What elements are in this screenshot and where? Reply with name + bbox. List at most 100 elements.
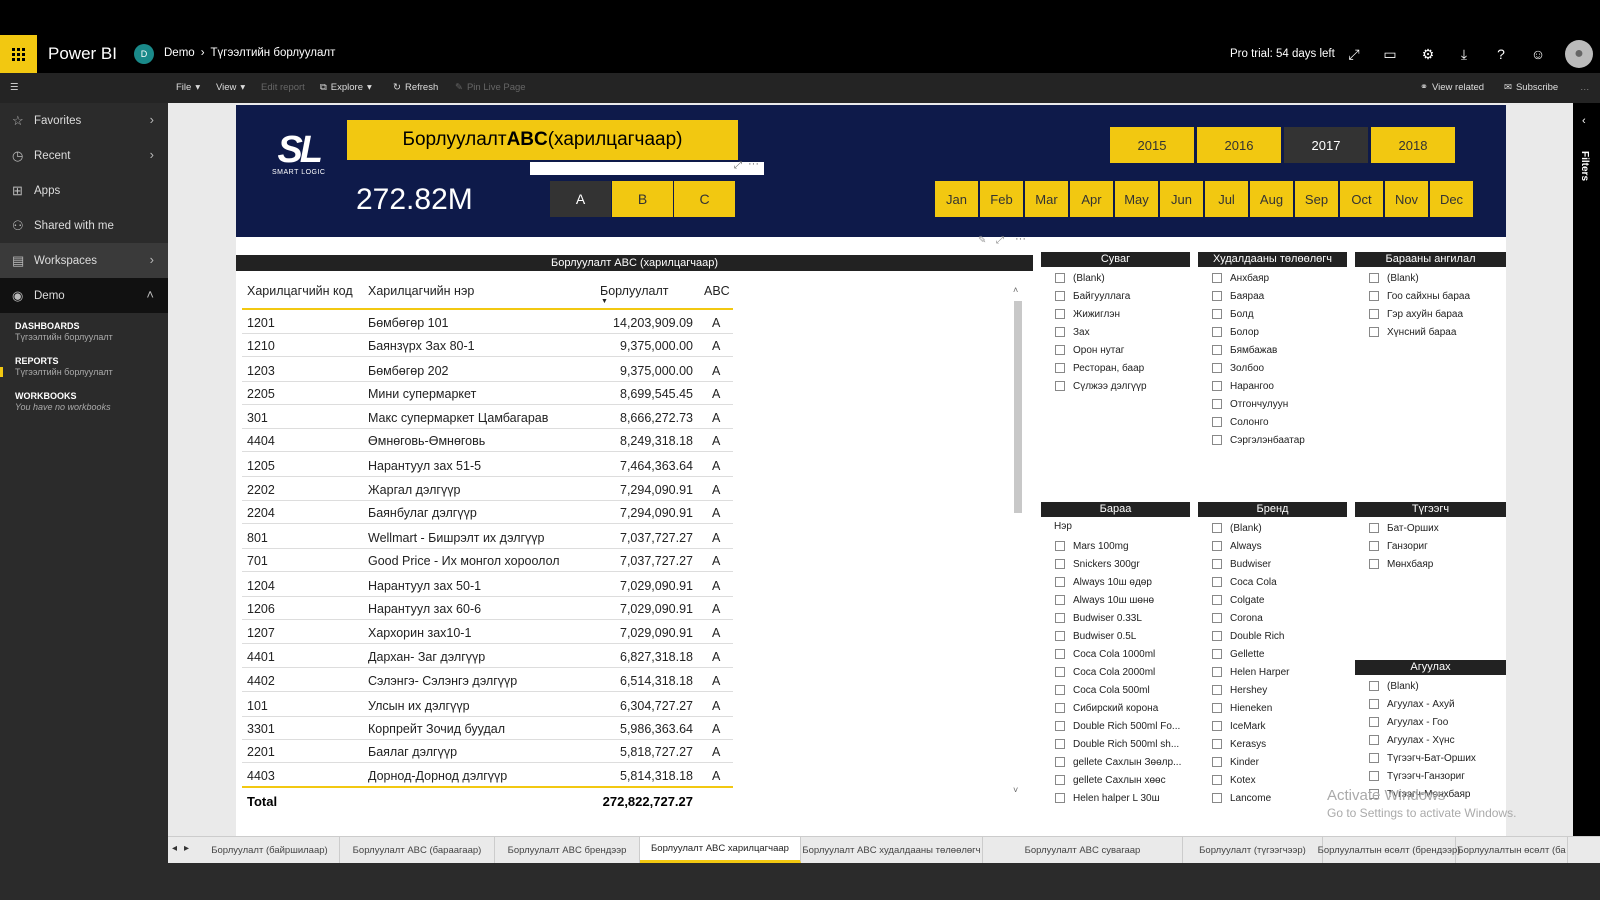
slicer-item[interactable]: Kerasys — [1198, 735, 1348, 753]
table-row[interactable]: 2202 Жаргал дэлгүүр 7,294,090.91 A — [242, 478, 733, 501]
checkbox[interactable] — [1212, 757, 1222, 767]
checkbox[interactable] — [1212, 345, 1222, 355]
slicer-item[interactable]: Сэргэлэнбаатар — [1198, 431, 1348, 449]
subscribe-button[interactable]: ✉ Subscribe — [1504, 82, 1558, 93]
checkbox[interactable] — [1212, 775, 1222, 785]
slicer-item[interactable]: Жижиглэн — [1041, 305, 1191, 323]
nav-demo-workspace[interactable]: ◉ Demo ˄ — [0, 278, 168, 313]
slicer-item[interactable]: Double Rich 500ml sh... — [1041, 735, 1191, 753]
scroll-up-icon[interactable]: ˄ — [1013, 285, 1018, 295]
slicer-item[interactable]: Always 10ш шөнө — [1041, 591, 1191, 609]
slicer-item[interactable]: Мөнхбаяр — [1355, 555, 1505, 573]
checkbox[interactable] — [1212, 631, 1222, 641]
checkbox[interactable] — [1369, 681, 1379, 691]
checkbox[interactable] — [1055, 541, 1065, 551]
month-button-dec[interactable]: Dec — [1430, 181, 1473, 217]
slicer-item[interactable]: Түгээгч-Ганзориг — [1355, 767, 1505, 785]
slicer-item[interactable]: Budwiser 0.33L — [1041, 609, 1191, 627]
slicer-item[interactable]: gellete Сахлын Зөөлр... — [1041, 753, 1191, 771]
month-button-feb[interactable]: Feb — [980, 181, 1023, 217]
col-header-code[interactable]: Харилцагчийн код — [247, 284, 353, 298]
month-button-nov[interactable]: Nov — [1385, 181, 1428, 217]
collapse-chevron-icon[interactable]: ‹ — [1582, 115, 1586, 127]
table-row[interactable]: 4402 Сэлэнгэ- Сэлэнгэ дэлгүүр 6,514,318.18… — [242, 669, 733, 692]
help-icon[interactable]: ? — [1483, 35, 1519, 73]
checkbox[interactable] — [1212, 667, 1222, 677]
slicer-item[interactable]: (Blank) — [1355, 269, 1505, 287]
col-header-name[interactable]: Харилцагчийн нэр — [368, 284, 474, 298]
slicer-item[interactable]: Анхбаяр — [1198, 269, 1348, 287]
slicer-item[interactable]: Coca Cola 2000ml — [1041, 663, 1191, 681]
slicer-item[interactable]: Always 10ш өдөр — [1041, 573, 1191, 591]
pin-live-page-button[interactable]: ✎ Pin Live Page — [455, 82, 526, 93]
checkbox[interactable] — [1055, 327, 1065, 337]
scroll-thumb[interactable] — [1014, 301, 1022, 513]
checkbox[interactable] — [1369, 735, 1379, 745]
slicer-item[interactable]: Double Rich 500ml Fo... — [1041, 717, 1191, 735]
year-button-2017[interactable]: 2017 — [1284, 127, 1368, 163]
slicer-item[interactable]: Хүнсний бараа — [1355, 323, 1505, 341]
refresh-button[interactable]: ↻ Refresh — [393, 82, 438, 93]
slicer-item[interactable]: Hershey — [1198, 681, 1348, 699]
filters-pane[interactable]: ‹ Filters — [1573, 103, 1600, 836]
slicer-item[interactable]: Баяраа — [1198, 287, 1348, 305]
download-icon[interactable]: ⤓ — [1446, 35, 1482, 73]
month-button-jul[interactable]: Jul — [1205, 181, 1248, 217]
nav-recent[interactable]: ◷ Recent › — [0, 138, 168, 173]
checkbox[interactable] — [1055, 703, 1065, 713]
table-row[interactable]: 3301 Корпрейт Зочид буудал 5,986,363.64 A — [242, 717, 733, 740]
user-avatar[interactable]: ● — [1565, 40, 1593, 68]
slicer-item[interactable]: (Blank) — [1355, 677, 1505, 695]
table-row[interactable]: 301 Макс супермаркет Цамбагарав 8,666,272.… — [242, 406, 733, 429]
table-row[interactable]: 101 Улсын их дэлгүүр 6,304,727.27 A — [242, 694, 733, 717]
page-tab[interactable]: Борлуулалт ABC брендээр — [495, 837, 640, 863]
settings-gear-icon[interactable]: ⚙ — [1410, 35, 1446, 73]
slicer-item[interactable]: gellete Сахлын хөөс — [1041, 771, 1191, 789]
slicer-item[interactable]: Budwiser — [1198, 555, 1348, 573]
year-button-2016[interactable]: 2016 — [1197, 127, 1281, 163]
month-button-apr[interactable]: Apr — [1070, 181, 1113, 217]
table-row[interactable]: 1205 Нарантуул зах 51-5 7,464,363.64 A — [242, 454, 733, 477]
slicer-item[interactable]: Helen Harper — [1198, 663, 1348, 681]
page-tab[interactable]: Борлуулалт ABC харилцагчаар — [640, 837, 801, 863]
checkbox[interactable] — [1212, 793, 1222, 803]
checkbox[interactable] — [1055, 363, 1065, 373]
slicer-item[interactable]: Kinder — [1198, 753, 1348, 771]
checkbox[interactable] — [1212, 703, 1222, 713]
abc-button-c[interactable]: C — [674, 181, 735, 217]
checkbox[interactable] — [1212, 721, 1222, 731]
table-row[interactable]: 801 Wellmart - Бишрэлт их дэлгүүр 7,037,72… — [242, 526, 733, 549]
slicer-item[interactable]: Сибирский корона — [1041, 699, 1191, 717]
page-tab[interactable]: Борлуулалт (байршилаар) — [200, 837, 340, 863]
year-button-2018[interactable]: 2018 — [1371, 127, 1455, 163]
table-row[interactable]: 4403 Дорнод-Дорнод дэлгүүр 5,814,318.18 A — [242, 764, 733, 787]
slicer-item[interactable]: Always — [1198, 537, 1348, 555]
checkbox[interactable] — [1055, 649, 1065, 659]
table-row[interactable]: 701 Good Price - Их монгол хороолол 7,037,… — [242, 549, 733, 572]
table-row[interactable]: 4404 Өмнөговь-Өмнөговь 8,249,318.18 A — [242, 429, 733, 452]
slicer-item[interactable]: Colgate — [1198, 591, 1348, 609]
slicer-item[interactable]: (Blank) — [1198, 519, 1348, 537]
checkbox[interactable] — [1212, 435, 1222, 445]
checkbox[interactable] — [1212, 417, 1222, 427]
slicer-item[interactable]: Gellette — [1198, 645, 1348, 663]
slicer-item[interactable]: Ганзориг — [1355, 537, 1505, 555]
tab-prev-icon[interactable]: ◂ — [172, 843, 177, 854]
slicer-item[interactable]: Coca Cola 500ml — [1041, 681, 1191, 699]
trial-status[interactable]: Pro trial: 54 days left — [1230, 48, 1335, 60]
checkbox[interactable] — [1212, 559, 1222, 569]
checkbox[interactable] — [1055, 309, 1065, 319]
month-button-sep[interactable]: Sep — [1295, 181, 1338, 217]
checkbox[interactable] — [1055, 775, 1065, 785]
checkbox[interactable] — [1055, 381, 1065, 391]
table-row[interactable]: 1207 Хархорин зах10-1 7,029,090.91 A — [242, 621, 733, 644]
slicer-item[interactable]: Helen halper L 30ш — [1041, 789, 1191, 807]
slicer-item[interactable]: Орон нутаг — [1041, 341, 1191, 359]
report-item[interactable]: Түгээлтийн борлуулалт — [0, 367, 168, 377]
checkbox[interactable] — [1055, 613, 1065, 623]
slicer-item[interactable]: Байгууллага — [1041, 287, 1191, 305]
checkbox[interactable] — [1369, 559, 1379, 569]
checkbox[interactable] — [1055, 595, 1065, 605]
table-row[interactable]: 2205 Мини супермаркет 8,699,545.45 A — [242, 382, 733, 405]
month-button-mar[interactable]: Mar — [1025, 181, 1068, 217]
